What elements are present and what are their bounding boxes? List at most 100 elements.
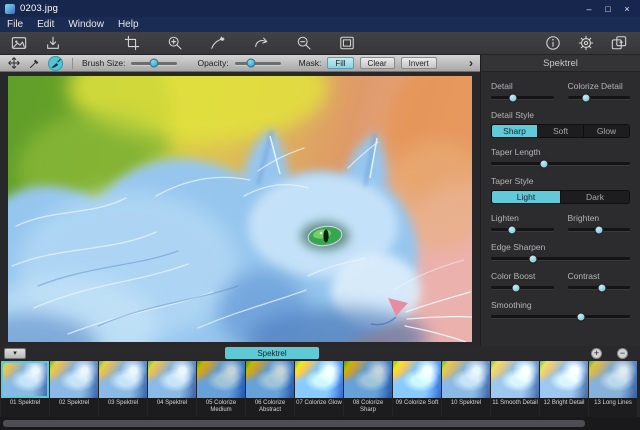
preset-thumbnail-image bbox=[491, 361, 539, 398]
mask-fill-button[interactable]: Fill bbox=[327, 57, 353, 69]
preset-thumbnail-08[interactable]: 08 Colorize Sharp bbox=[344, 361, 392, 417]
brighten-slider-knob[interactable] bbox=[594, 225, 603, 234]
smoothing-slider[interactable] bbox=[491, 315, 630, 318]
eyedropper-tool-icon[interactable] bbox=[27, 56, 42, 71]
effects-icon[interactable] bbox=[610, 35, 627, 52]
taper-style-segment: Light Dark bbox=[491, 190, 630, 204]
preset-thumbnail-label: 03 Spektrel bbox=[99, 398, 147, 417]
taper-length-slider[interactable] bbox=[491, 162, 630, 165]
preset-thumbnail-12[interactable]: 12 Bright Detail bbox=[540, 361, 588, 417]
mask-invert-button[interactable]: Invert bbox=[401, 57, 437, 69]
opacity-slider[interactable] bbox=[235, 62, 281, 65]
zoom-out-icon[interactable] bbox=[295, 35, 312, 52]
scrollbar-thumb[interactable] bbox=[3, 420, 585, 427]
preset-thumbnail-image bbox=[589, 361, 637, 398]
preset-thumbnail-label: 11 Smooth Detail bbox=[491, 398, 539, 417]
preset-thumbnail-image bbox=[540, 361, 588, 398]
preset-thumbnail-09[interactable]: 09 Colorize Soft bbox=[393, 361, 441, 417]
preset-category-label[interactable]: Spektrel bbox=[225, 347, 319, 359]
preset-thumbnail-image bbox=[246, 361, 294, 398]
adjustment-panel: Spektrel Detail Colorize Detail Detail S… bbox=[480, 55, 640, 346]
contrast-slider[interactable] bbox=[568, 286, 631, 289]
menu-edit[interactable]: Edit bbox=[30, 17, 61, 32]
preset-thumbnail-label: 08 Colorize Sharp bbox=[344, 398, 392, 417]
brush-size-label: Brush Size: bbox=[82, 58, 125, 68]
move-tool-icon[interactable] bbox=[6, 56, 21, 71]
app-icon bbox=[5, 4, 15, 14]
thumbnails-scrollbar[interactable] bbox=[0, 417, 640, 430]
zoom-in-icon[interactable] bbox=[166, 35, 183, 52]
brush-toolbar: Brush Size: Opacity: Mask: Fill Clear In… bbox=[0, 55, 480, 72]
preset-thumbnail-label: 13 Long Lines bbox=[589, 398, 637, 417]
preset-thumbnail-03[interactable]: 03 Spektrel bbox=[99, 361, 147, 417]
preset-thumbnail-13[interactable]: 13 Long Lines bbox=[589, 361, 637, 417]
draw-tool-icon[interactable] bbox=[209, 35, 226, 52]
preset-bar: ▾ Spektrel + − bbox=[0, 346, 640, 360]
contrast-slider-knob[interactable] bbox=[597, 283, 606, 292]
menu-window[interactable]: Window bbox=[61, 17, 111, 32]
detail-style-glow-button[interactable]: Glow bbox=[584, 124, 630, 138]
lighten-slider[interactable] bbox=[491, 228, 554, 231]
remove-preset-button[interactable]: − bbox=[617, 348, 628, 359]
mask-clear-button[interactable]: Clear bbox=[360, 57, 395, 69]
preset-thumbnail-06[interactable]: 06 Colorize Abstract bbox=[246, 361, 294, 417]
taper-style-dark-button[interactable]: Dark bbox=[561, 190, 630, 204]
taper-length-slider-knob[interactable] bbox=[539, 159, 548, 168]
crop-icon[interactable] bbox=[123, 35, 140, 52]
opacity-slider-knob[interactable] bbox=[246, 59, 255, 68]
preset-thumbnail-05[interactable]: 05 Colorize Medium bbox=[197, 361, 245, 417]
brush-size-slider-knob[interactable] bbox=[150, 59, 159, 68]
maximize-button[interactable]: □ bbox=[600, 2, 616, 15]
brush-tool-icon[interactable] bbox=[48, 56, 63, 71]
colorize-detail-label: Colorize Detail bbox=[568, 81, 631, 91]
preset-thumbnail-02[interactable]: 02 Spektrel bbox=[50, 361, 98, 417]
info-icon[interactable] bbox=[544, 35, 561, 52]
menu-file[interactable]: File bbox=[0, 17, 30, 32]
preset-thumbnail-11[interactable]: 11 Smooth Detail bbox=[491, 361, 539, 417]
detail-slider-knob[interactable] bbox=[508, 93, 517, 102]
lighten-slider-knob[interactable] bbox=[507, 225, 516, 234]
colorize-detail-slider[interactable] bbox=[568, 96, 631, 99]
detail-style-soft-button[interactable]: Soft bbox=[538, 124, 584, 138]
edge-sharpen-slider-knob[interactable] bbox=[528, 254, 537, 263]
preset-thumbnail-07[interactable]: 07 Colorize Glow bbox=[295, 361, 343, 417]
preset-thumbnail-label: 05 Colorize Medium bbox=[197, 398, 245, 417]
color-boost-slider[interactable] bbox=[491, 286, 554, 289]
brush-size-slider[interactable] bbox=[131, 62, 177, 65]
expand-brushbar-icon[interactable]: › bbox=[469, 56, 473, 70]
contrast-label: Contrast bbox=[568, 271, 631, 281]
taper-style-label: Taper Style bbox=[491, 176, 630, 186]
minimize-button[interactable]: – bbox=[581, 2, 597, 15]
opacity-label: Opacity: bbox=[197, 58, 228, 68]
close-button[interactable]: × bbox=[619, 2, 635, 15]
colorize-detail-slider-knob[interactable] bbox=[582, 93, 591, 102]
preset-thumbnail-10[interactable]: 10 Spektrel bbox=[442, 361, 490, 417]
add-preset-button[interactable]: + bbox=[591, 348, 602, 359]
window-controls: – □ × bbox=[581, 2, 635, 15]
brighten-slider[interactable] bbox=[568, 228, 631, 231]
menu-help[interactable]: Help bbox=[111, 17, 146, 32]
lighten-label: Lighten bbox=[491, 213, 554, 223]
smoothing-slider-knob[interactable] bbox=[577, 312, 586, 321]
preset-thumbnail-image bbox=[99, 361, 147, 398]
taper-length-label: Taper Length bbox=[491, 147, 630, 157]
detail-style-sharp-button[interactable]: Sharp bbox=[491, 124, 538, 138]
redo-icon[interactable] bbox=[252, 35, 269, 52]
preset-thumbnail-image bbox=[148, 361, 196, 398]
preset-thumbnail-04[interactable]: 04 Spektrel bbox=[148, 361, 196, 417]
image-canvas[interactable] bbox=[8, 76, 472, 342]
open-image-icon[interactable] bbox=[10, 35, 27, 52]
detail-slider[interactable] bbox=[491, 96, 554, 99]
taper-style-light-button[interactable]: Light bbox=[491, 190, 561, 204]
preset-thumbnail-01[interactable]: 01 Spektrel bbox=[1, 361, 49, 417]
divider bbox=[72, 58, 73, 69]
settings-icon[interactable] bbox=[577, 35, 594, 52]
edge-sharpen-slider[interactable] bbox=[491, 257, 630, 260]
smoothing-label: Smoothing bbox=[491, 300, 630, 310]
color-boost-label: Color Boost bbox=[491, 271, 554, 281]
collapse-presets-button[interactable]: ▾ bbox=[4, 348, 26, 359]
frame-icon[interactable] bbox=[338, 35, 355, 52]
preset-thumbnail-label: 06 Colorize Abstract bbox=[246, 398, 294, 417]
save-icon[interactable] bbox=[44, 35, 61, 52]
color-boost-slider-knob[interactable] bbox=[512, 283, 521, 292]
